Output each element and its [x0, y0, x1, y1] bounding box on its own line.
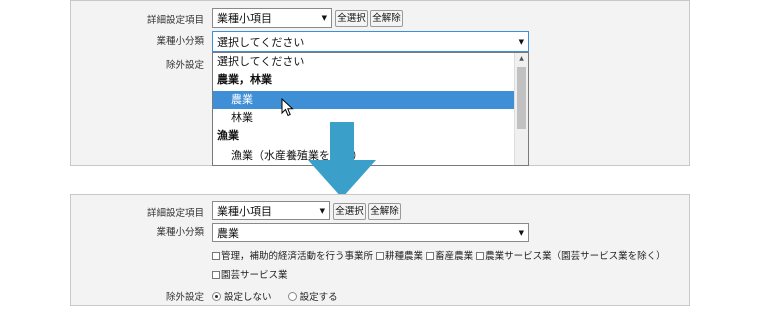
chevron-down-icon: ▼ [518, 37, 524, 46]
checkbox-item[interactable]: 耕種農業 [376, 251, 423, 262]
industry-category-label: 業種小分類 [156, 36, 204, 47]
select-all-button[interactable]: 全選択 [335, 10, 368, 27]
detail-setting-select[interactable]: 業種小項目 ▼ [212, 201, 330, 220]
checkbox-item[interactable]: 農業サービス業（園芸サービス業を除く） [476, 251, 666, 262]
checkbox-item[interactable]: 畜産農業 [426, 251, 473, 262]
checkbox-label: 畜産農業 [435, 251, 474, 262]
industry-category-label: 業種小分類 [156, 227, 204, 238]
scrollbar-thumb[interactable] [517, 67, 526, 129]
industry-category-select[interactable]: 選択してください ▼ [212, 31, 529, 52]
radio-label: 設定する [299, 292, 338, 303]
checkbox[interactable] [212, 271, 220, 279]
down-arrow-icon [308, 122, 376, 198]
detail-setting-label: 詳細設定項目 [146, 15, 204, 26]
detail-setting-label: 詳細設定項目 [146, 208, 204, 219]
checkbox-row: 園芸サービス業 [212, 267, 288, 281]
dropdown-scrollbar[interactable]: ▲ [514, 53, 528, 165]
checkbox-label: 農業サービス業（園芸サービス業を除く） [485, 251, 666, 262]
chevron-down-icon: ▼ [319, 206, 325, 215]
industry-category-value: 農業 [217, 226, 239, 240]
radio-label: 設定しない [224, 292, 272, 303]
radio-button[interactable] [287, 292, 297, 301]
checkbox[interactable] [426, 252, 435, 260]
scroll-up-icon[interactable]: ▲ [515, 54, 528, 64]
deselect-all-button[interactable]: 全解除 [370, 10, 403, 27]
checkbox-label: 管理，補助的経済活動を行う事業所 [221, 251, 374, 262]
checkbox-label: 園芸サービス業 [221, 270, 288, 281]
checkbox-label: 耕種農業 [385, 251, 424, 262]
dropdown-option[interactable]: 選択してください [213, 53, 514, 71]
detail-setting-select[interactable]: 業種小項目 ▼ [212, 8, 332, 28]
select-all-button[interactable]: 全選択 [333, 203, 366, 220]
exclude-radio-group: 設定しない 設定する [212, 289, 338, 303]
deselect-all-button[interactable]: 全解除 [368, 203, 401, 220]
checkbox-row: 管理，補助的経済活動を行う事業所 耕種農業 畜産農業 農業サービス業（園芸サービ… [212, 248, 666, 262]
radio-button-selected[interactable] [212, 292, 221, 301]
checkbox-item[interactable]: 園芸サービス業 [212, 270, 288, 281]
mouse-cursor-icon [281, 98, 294, 117]
dropdown-option-highlighted[interactable]: 農業 [213, 91, 514, 109]
checkbox-item[interactable]: 管理，補助的経済活動を行う事業所 [212, 251, 373, 262]
exclude-setting-label: 除外設定 [165, 60, 204, 71]
detail-setting-value: 業種小項目 [217, 204, 272, 218]
dropdown-group: 農業，林業 [217, 73, 272, 86]
checkbox[interactable] [476, 252, 485, 260]
chevron-down-icon: ▼ [321, 14, 327, 22]
radio-option-off[interactable]: 設定しない [212, 292, 272, 303]
detail-setting-value: 業種小項目 [217, 12, 272, 25]
checkbox[interactable] [212, 252, 220, 260]
radio-option-on[interactable]: 設定する [287, 292, 338, 303]
checkbox[interactable] [376, 252, 385, 260]
industry-category-value: 選択してください [217, 35, 305, 49]
industry-category-select[interactable]: 農業 ▼ [212, 223, 529, 242]
exclude-setting-label: 除外設定 [165, 292, 204, 303]
chevron-down-icon: ▼ [518, 228, 524, 237]
